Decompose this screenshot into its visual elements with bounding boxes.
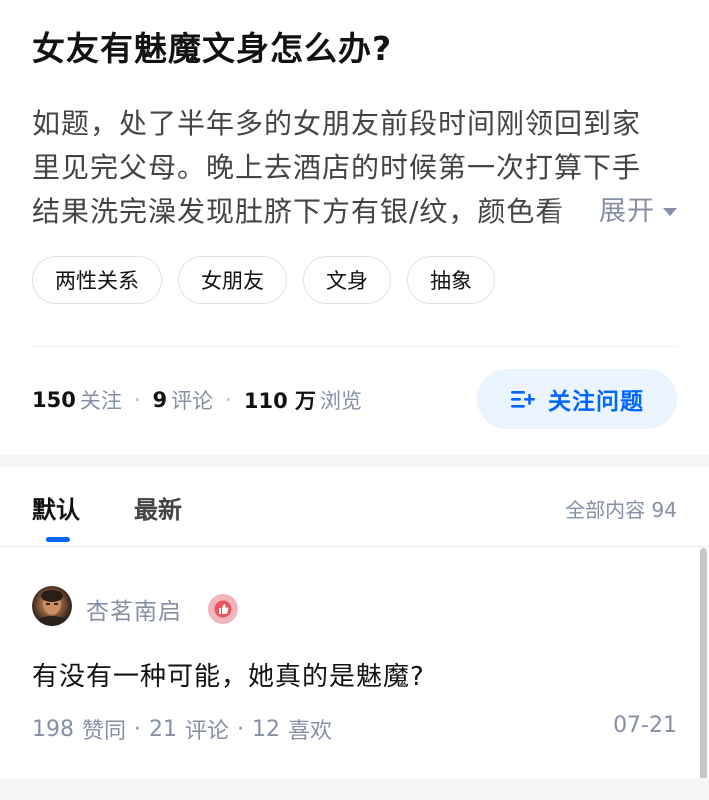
follow-question-label: 关注问题 [548,389,644,415]
topic-tag[interactable]: 抽象 [407,256,495,304]
topic-tags: 两性关系 女朋友 文身 抽象 [32,256,495,304]
topic-tag[interactable]: 两性关系 [32,256,162,304]
likes-count: 198 [32,716,74,742]
comments-label[interactable]: 评论 [171,385,213,415]
tab-default[interactable]: 默认 [32,490,80,525]
comments-count: 9 [152,388,168,412]
expand-button[interactable]: 展开 [549,190,677,234]
expand-label: 展开 [599,196,655,227]
author-name[interactable]: 杏茗南启 [86,592,182,626]
scrollbar[interactable] [700,548,707,788]
tab-latest[interactable]: 最新 [134,490,182,525]
separator-dot: · [133,388,141,412]
followers-count: 150 [32,388,76,412]
separator-dot: · [134,716,142,742]
follow-question-button[interactable]: 关注问题 [477,369,677,429]
question-body-line: 如题，处了半年多的女朋友前段时间刚领回到家 [32,107,642,140]
all-content-count: 全部内容 94 [565,498,677,522]
favorites-label: 喜欢 [288,719,333,744]
section-separator [0,778,709,800]
likes-label: 赞同 [82,719,127,744]
thumb-up-badge-icon [208,594,238,624]
question-title: 女友有魅魔文身怎么办? [32,29,393,68]
answer-meta: 198 赞同 · 21 评论 · 12 喜欢 [32,713,332,745]
divider [0,546,709,547]
caret-down-icon [663,208,677,216]
question-body[interactable]: 如题，处了半年多的女朋友前段时间刚领回到家 里见完父母。晚上去酒店的时候第一次打… [32,102,677,234]
question-page: 女友有魅魔文身怎么办? 如题，处了半年多的女朋友前段时间刚领回到家 里见完父母。… [0,0,709,800]
answer-excerpt[interactable]: 有没有一种可能，她真的是魅魔? [32,656,425,693]
separator-dot: · [225,388,232,412]
separator-dot: · [237,716,245,742]
add-list-icon [510,388,536,410]
followers-label[interactable]: 关注 [80,385,122,415]
active-tab-indicator [46,537,70,542]
question-stats: 150 关注 · 9 评论 · 110 万 浏览 [32,385,362,415]
answer-date: 07-21 [613,713,677,738]
topic-tag[interactable]: 文身 [303,256,391,304]
views-count: 110 万 [243,389,316,413]
question-body-line: 里见完父母。晚上去酒店的时候第一次打算下手 [32,151,642,184]
favorites-count: 12 [252,716,281,742]
section-separator [0,455,709,467]
views-label: 浏览 [320,389,362,413]
comments-label: 评论 [185,719,230,744]
comments-count: 21 [149,716,178,742]
divider [32,346,677,347]
topic-tag[interactable]: 女朋友 [178,256,287,304]
avatar[interactable] [32,586,72,626]
